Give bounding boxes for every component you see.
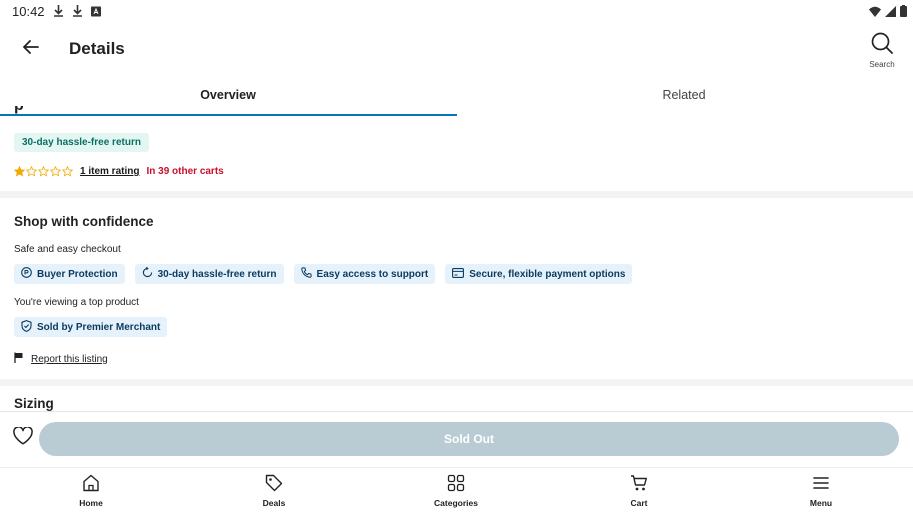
nav-home[interactable]: Home — [46, 474, 136, 508]
nav-categories[interactable]: Categories — [411, 474, 501, 508]
badge-label: Secure, flexible payment options — [469, 268, 626, 280]
star-empty-icon — [62, 166, 73, 177]
sold-out-button[interactable]: Sold Out — [39, 422, 899, 456]
return-badge: 30-day hassle-free return — [14, 133, 149, 152]
return-policy-badge[interactable]: 30-day hassle-free return — [134, 264, 284, 284]
status-indicators — [869, 4, 907, 22]
checkout-label: Safe and easy checkout — [14, 244, 121, 255]
status-bar — [0, 0, 913, 22]
star-empty-icon — [26, 166, 37, 177]
search-label: Search — [869, 60, 895, 69]
badge-label: 30-day hassle-free return — [157, 268, 277, 280]
badge-label: Sold by Premier Merchant — [37, 321, 161, 333]
nav-menu[interactable]: Menu — [776, 474, 866, 508]
shield-check-icon — [21, 319, 32, 335]
buyer-protection-icon — [21, 267, 32, 281]
heart-icon — [13, 425, 33, 450]
nav-deals[interactable]: Deals — [229, 474, 319, 508]
support-badge[interactable]: Easy access to support — [293, 264, 436, 284]
rating-link[interactable]: 1 item rating — [80, 166, 139, 177]
return-icon — [142, 266, 153, 281]
search-button[interactable]: Search — [864, 32, 900, 69]
favorite-button[interactable] — [10, 425, 36, 450]
confidence-title: Shop with confidence — [14, 214, 154, 229]
tab-active-indicator — [0, 114, 457, 116]
buyer-protection-badge[interactable]: Buyer Protection — [14, 264, 125, 284]
merchant-badge[interactable]: Sold by Premier Merchant — [14, 317, 168, 337]
grid-icon — [447, 474, 465, 497]
rating-row: 1 item rating In 39 other carts — [14, 166, 224, 177]
download-icon — [53, 4, 64, 22]
sizing-title: Sizing — [14, 396, 54, 411]
signal-icon — [885, 4, 896, 22]
report-listing-link[interactable]: Report this listing — [31, 354, 108, 365]
phone-icon — [300, 267, 312, 281]
report-row: Report this listing — [14, 352, 108, 366]
nav-label: Categories — [434, 498, 478, 508]
status-time: 10:42 — [12, 4, 45, 19]
section-divider — [0, 191, 913, 198]
app-notification-icon — [91, 4, 101, 22]
nav-label: Cart — [630, 498, 648, 508]
menu-icon — [812, 474, 830, 497]
battery-icon — [900, 4, 907, 22]
card-icon — [452, 267, 465, 281]
star-empty-icon — [38, 166, 49, 177]
badge-label: Easy access to support — [316, 268, 429, 280]
section-divider — [0, 379, 913, 386]
cart-icon — [630, 474, 648, 497]
back-button[interactable] — [18, 36, 44, 62]
star-rating — [14, 166, 73, 177]
search-icon — [871, 32, 893, 59]
nav-label: Home — [79, 498, 103, 508]
wifi-icon — [869, 4, 881, 22]
flag-icon — [14, 352, 23, 366]
arrow-left-icon — [23, 39, 39, 59]
top-product-label: You're viewing a top product — [14, 297, 139, 308]
tab-overview[interactable]: Overview — [0, 88, 456, 116]
scrolled-heading-remnant: p — [14, 106, 44, 116]
page-title: Details — [69, 39, 125, 58]
tag-icon — [265, 474, 283, 497]
tab-related[interactable]: Related — [456, 88, 912, 116]
star-filled-icon — [14, 166, 25, 177]
confidence-badges: Buyer Protection 30-day hassle-free retu… — [14, 264, 633, 284]
nav-label: Deals — [262, 498, 286, 508]
download-icon — [72, 4, 83, 22]
carts-count-text: In 39 other carts — [146, 166, 224, 177]
payment-badge[interactable]: Secure, flexible payment options — [445, 264, 633, 284]
star-empty-icon — [50, 166, 61, 177]
nav-label: Menu — [809, 498, 833, 508]
nav-cart[interactable]: Cart — [594, 474, 684, 508]
home-icon — [82, 474, 100, 497]
badge-label: Buyer Protection — [37, 268, 118, 280]
